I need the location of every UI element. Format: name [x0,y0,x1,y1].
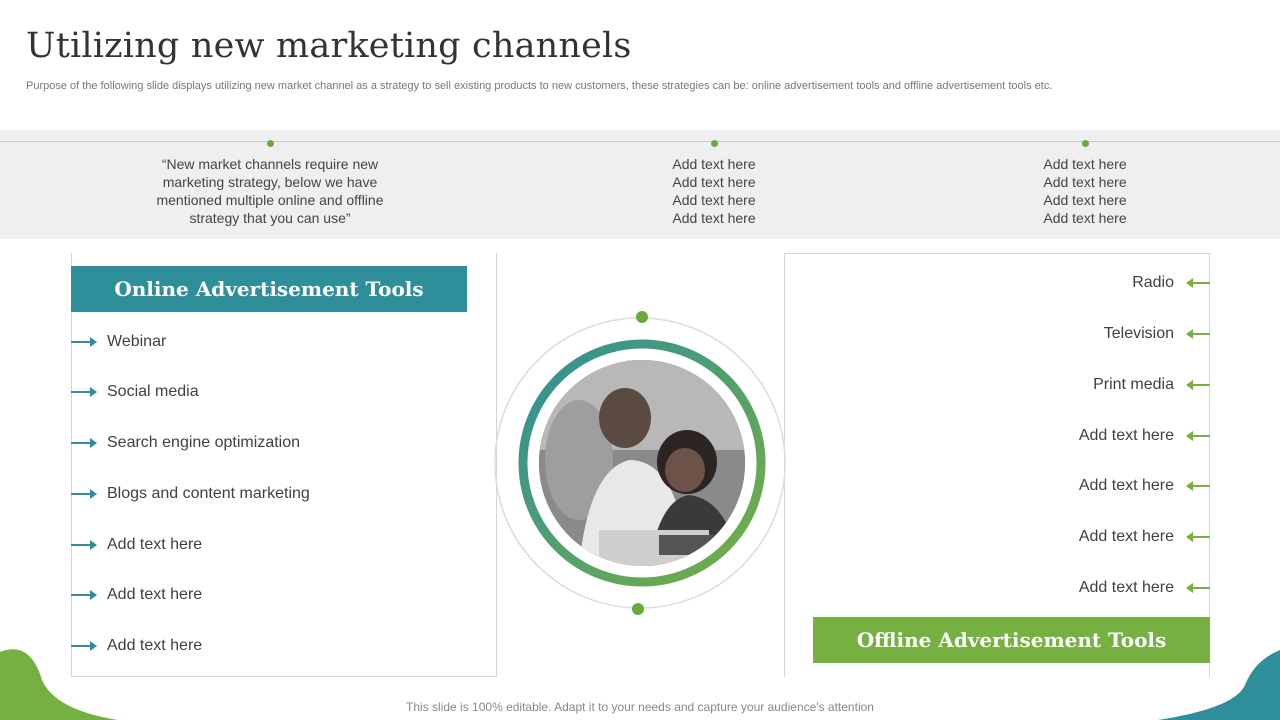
band-quote-line: strategy that you can use” [189,210,351,226]
online-item-label: Search engine optimization [107,434,301,451]
arrow-left-icon [1186,431,1210,441]
offline-tools-panel [784,253,1210,677]
band-col-2: Add text here Add text here Add text her… [634,155,794,227]
online-item-label: Add text here [107,536,203,553]
offline-item: Add text here [1079,577,1210,599]
arc-dot-top [636,311,648,323]
band-col-3: Add text here Add text here Add text her… [1005,155,1165,227]
band-dot-1 [267,140,274,147]
band-col3-line: Add text here [1043,192,1127,208]
arc-dot-bottom [632,603,644,615]
team-photo [539,360,745,566]
online-item: Webinar [71,331,166,353]
online-tools-panel [71,253,497,677]
offline-item-label: Radio [1132,274,1174,291]
band-col3-line: Add text here [1043,210,1127,226]
arrow-left-icon [1186,532,1210,542]
offline-item: Radio [1132,272,1210,294]
online-item-label: Social media [107,383,199,400]
slide-title: Utilizing new marketing channels [26,26,632,66]
band-quote-line: “New market channels require new [161,156,379,172]
arrow-right-icon [71,387,97,397]
online-item: Add text here [71,534,202,556]
band-col2-line: Add text here [672,156,756,172]
band-dot-3 [1082,140,1089,147]
offline-item-label: Add text here [1078,427,1174,444]
offline-item-label: Add text here [1078,477,1174,494]
offline-item-label: Add text here [1078,528,1174,545]
arrow-left-icon [1186,583,1210,593]
band-quote-line: mentioned multiple online and offline [156,192,384,208]
band-col3-line: Add text here [1043,156,1127,172]
offline-item: Print media [1093,374,1210,396]
arrow-right-icon [71,489,97,499]
online-item-label: Blogs and content marketing [107,485,310,502]
arrow-right-icon [71,590,97,600]
offline-item: Add text here [1079,425,1210,447]
slide-footer: This slide is 100% editable. Adapt it to… [406,700,874,714]
offline-item: Add text here [1079,526,1210,548]
arrow-right-icon [71,540,97,550]
slide-subtitle: Purpose of the following slide displays … [26,80,1053,92]
online-item-label: Add text here [107,586,203,603]
online-item: Search engine optimization [71,432,300,454]
offline-item-label: Print media [1093,376,1174,393]
band-quote: “New market channels require new marketi… [130,155,410,227]
arrow-right-icon [71,337,97,347]
offline-item: Add text here [1079,475,1210,497]
online-item: Add text here [71,584,202,606]
online-item: Blogs and content marketing [71,483,310,505]
band-dot-2 [711,140,718,147]
offline-item: Television [1104,323,1210,345]
arrow-right-icon [71,438,97,448]
offline-item-label: Add text here [1078,579,1174,596]
band-col2-line: Add text here [672,174,756,190]
online-item-label: Webinar [107,333,167,350]
arrow-left-icon [1186,329,1210,339]
band-col2-line: Add text here [672,192,756,208]
arrow-left-icon [1186,481,1210,491]
band-col3-line: Add text here [1043,174,1127,190]
arrow-left-icon [1186,278,1210,288]
band-quote-line: marketing strategy, below we have [162,174,378,190]
arrow-left-icon [1186,380,1210,390]
online-tools-header: Online Advertisement Tools [71,266,467,312]
team-photo-image [539,360,745,566]
offline-item-label: Television [1103,325,1174,342]
band-col2-line: Add text here [672,210,756,226]
online-item: Social media [71,381,199,403]
